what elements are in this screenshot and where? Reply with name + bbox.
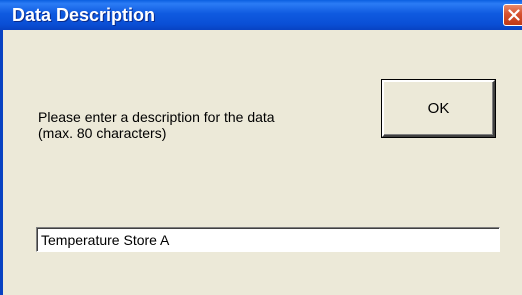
window-title: Data Description: [12, 5, 156, 25]
close-button[interactable]: [503, 4, 522, 26]
prompt-message: Please enter a description for the data …: [38, 109, 358, 141]
prompt-line-1: Please enter a description for the data: [38, 109, 275, 125]
window-border: [0, 30, 3, 295]
prompt-line-2: (max. 80 characters): [38, 125, 167, 141]
ok-button[interactable]: OK: [382, 80, 495, 137]
description-input[interactable]: [36, 227, 500, 252]
dialog-window: Data Description Please enter a descript…: [0, 0, 522, 295]
title-bar[interactable]: Data Description: [0, 0, 522, 30]
close-icon: [508, 9, 520, 21]
